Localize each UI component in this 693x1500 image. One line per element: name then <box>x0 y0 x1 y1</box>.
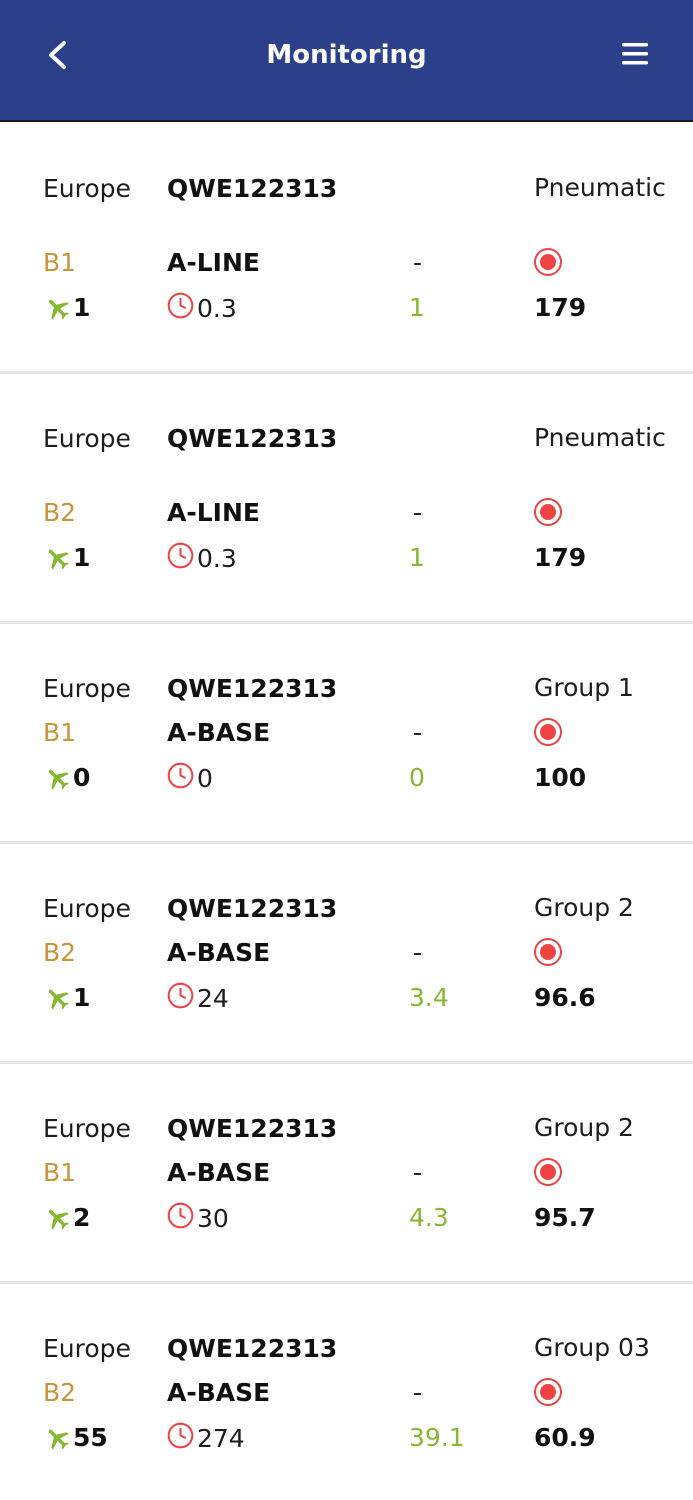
dash-separator: - <box>413 718 423 747</box>
hours-value: 0.3 <box>197 294 237 323</box>
region-label: Europe <box>43 1334 131 1363</box>
plane-icon <box>48 549 69 570</box>
red-record-dot-icon <box>534 248 562 276</box>
category-label: Group 1 <box>534 673 634 702</box>
clock-icon <box>167 1202 194 1229</box>
monitoring-card[interactable]: Europe QWE122313 Pneumatic B2 A-LINE - 1… <box>0 374 693 624</box>
category-label: Pneumatic <box>534 423 666 452</box>
clock-icon <box>167 1422 194 1449</box>
used-value: 3.4 <box>409 983 449 1012</box>
level-label: B1 <box>43 248 77 277</box>
region-label: Europe <box>43 174 131 203</box>
app-header: Monitoring <box>0 0 693 122</box>
monitoring-card[interactable]: Europe QWE122313 Group 03 B2 A-BASE - 55… <box>0 1284 693 1500</box>
category-label: Pneumatic <box>534 173 666 202</box>
hours-value: 0.3 <box>197 544 237 573</box>
monitoring-card[interactable]: Europe QWE122313 Pneumatic B1 A-LINE - 1… <box>0 124 693 374</box>
used-value: 0 <box>409 763 425 792</box>
hours-value: 30 <box>197 1204 229 1233</box>
remaining-value: 95.7 <box>534 1203 596 1232</box>
flight-count: 1 <box>73 293 91 322</box>
red-record-dot-icon <box>534 718 562 746</box>
flight-count: 2 <box>73 1203 91 1232</box>
region-label: Europe <box>43 894 131 923</box>
line-type: A-BASE <box>167 718 271 747</box>
clock-icon <box>167 762 194 789</box>
level-label: B1 <box>43 1158 77 1187</box>
monitoring-list: Europe QWE122313 Pneumatic B1 A-LINE - 1… <box>0 124 693 1500</box>
page-title: Monitoring <box>266 40 427 70</box>
clock-icon <box>167 982 194 1009</box>
level-label: B2 <box>43 498 77 527</box>
clock-icon <box>167 292 194 319</box>
plane-icon <box>48 769 69 790</box>
level-label: B1 <box>43 718 77 747</box>
remaining-value: 60.9 <box>534 1423 596 1452</box>
line-type: A-BASE <box>167 938 271 967</box>
flight-count: 55 <box>73 1423 108 1452</box>
category-label: Group 2 <box>534 1113 634 1142</box>
line-type: A-LINE <box>167 248 260 277</box>
monitoring-card[interactable]: Europe QWE122313 Group 2 B1 A-BASE - 2 3… <box>0 1064 693 1284</box>
flight-count: 1 <box>73 543 91 572</box>
red-record-dot-icon <box>534 1158 562 1186</box>
aircraft-code: QWE122313 <box>167 1114 338 1143</box>
level-label: B2 <box>43 938 77 967</box>
region-label: Europe <box>43 674 131 703</box>
dash-separator: - <box>413 1378 423 1407</box>
hamburger-menu-icon <box>622 43 648 65</box>
aircraft-code: QWE122313 <box>167 674 338 703</box>
plane-icon <box>48 299 69 320</box>
remaining-value: 100 <box>534 763 587 792</box>
used-value: 4.3 <box>409 1203 449 1232</box>
category-label: Group 03 <box>534 1333 650 1362</box>
aircraft-code: QWE122313 <box>167 1334 338 1363</box>
plane-icon <box>48 1429 69 1450</box>
aircraft-code: QWE122313 <box>167 174 338 203</box>
dash-separator: - <box>413 248 423 277</box>
flight-count: 0 <box>73 763 91 792</box>
monitoring-card[interactable]: Europe QWE122313 Group 1 B1 A-BASE - 0 0… <box>0 624 693 844</box>
line-type: A-LINE <box>167 498 260 527</box>
remaining-value: 179 <box>534 543 587 572</box>
used-value: 39.1 <box>409 1423 465 1452</box>
used-value: 1 <box>409 293 425 322</box>
flight-count: 1 <box>73 983 91 1012</box>
plane-icon <box>48 989 69 1010</box>
remaining-value: 179 <box>534 293 587 322</box>
region-label: Europe <box>43 424 131 453</box>
category-label: Group 2 <box>534 893 634 922</box>
region-label: Europe <box>43 1114 131 1143</box>
red-record-dot-icon <box>534 938 562 966</box>
level-label: B2 <box>43 1378 77 1407</box>
aircraft-code: QWE122313 <box>167 894 338 923</box>
clock-icon <box>167 542 194 569</box>
line-type: A-BASE <box>167 1378 271 1407</box>
dash-separator: - <box>413 1158 423 1187</box>
menu-button[interactable] <box>612 32 658 78</box>
aircraft-code: QWE122313 <box>167 424 338 453</box>
red-record-dot-icon <box>534 1378 562 1406</box>
remaining-value: 96.6 <box>534 983 596 1012</box>
plane-icon <box>48 1209 69 1230</box>
hours-value: 0 <box>197 764 213 793</box>
dash-separator: - <box>413 498 423 527</box>
hours-value: 274 <box>197 1424 245 1453</box>
dash-separator: - <box>413 938 423 967</box>
hours-value: 24 <box>197 984 229 1013</box>
monitoring-card[interactable]: Europe QWE122313 Group 2 B2 A-BASE - 1 2… <box>0 844 693 1064</box>
red-record-dot-icon <box>534 498 562 526</box>
used-value: 1 <box>409 543 425 572</box>
line-type: A-BASE <box>167 1158 271 1187</box>
